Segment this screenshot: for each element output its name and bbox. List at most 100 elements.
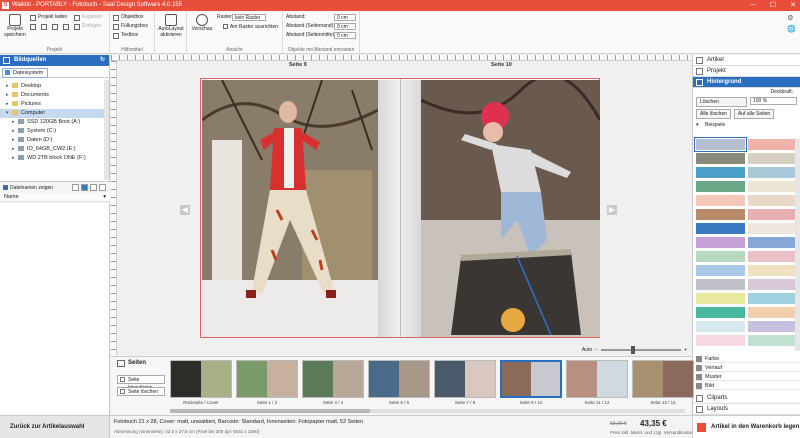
new-icon[interactable] <box>30 24 36 30</box>
preview-button[interactable]: Vorschau <box>190 14 214 33</box>
large-grid-view-icon[interactable] <box>99 184 106 191</box>
zoom-slider[interactable] <box>601 346 682 354</box>
background-swatch[interactable] <box>696 265 745 276</box>
background-swatch[interactable] <box>747 223 796 234</box>
zoom-slider-knob[interactable] <box>631 346 636 354</box>
photo-right[interactable] <box>421 80 600 337</box>
panel-item-background[interactable]: Hintergrund <box>693 77 800 88</box>
page-thumbnail[interactable]: Seite 3 / 4 <box>302 360 364 408</box>
tree-item[interactable]: ▸ Documents <box>0 91 109 100</box>
load-project-button[interactable]: Projekt laden <box>30 14 67 21</box>
panel-item-article[interactable]: Artikel <box>693 55 800 66</box>
minimize-button[interactable]: ─ <box>748 0 758 11</box>
page-thumbnail[interactable]: Seite 7 / 8 <box>434 360 496 408</box>
section-pattern[interactable]: Muster <box>693 373 800 381</box>
price-note[interactable]: Preis inkl. MwSt. und zzgl. Versandkoste… <box>610 430 694 435</box>
section-color[interactable]: Farbe <box>693 355 800 363</box>
background-swatch[interactable] <box>696 167 745 178</box>
tree-item[interactable]: ▾ Computer <box>0 109 109 118</box>
background-swatch[interactable] <box>696 321 745 332</box>
gap-edge-input[interactable]: 0 cm <box>334 23 356 30</box>
background-swatch[interactable] <box>747 251 796 262</box>
tree-item[interactable]: ▸ Daten (D:) <box>0 136 109 145</box>
tree-scrollbar[interactable] <box>104 80 109 180</box>
align-grid-checkbox[interactable]: Am Raster ausrichten <box>223 24 278 31</box>
print-icon[interactable] <box>63 24 69 30</box>
add-page-button[interactable]: Seite hinzufügen <box>117 375 165 391</box>
background-swatch[interactable] <box>694 137 747 152</box>
panel-item-layouts[interactable]: Layouts <box>693 404 800 415</box>
panel-item-cliparts[interactable]: Cliparts <box>693 393 800 404</box>
photo-left[interactable] <box>202 80 378 337</box>
tab-filesystem[interactable]: Dateisystem <box>2 68 49 78</box>
next-page-arrow-icon[interactable]: ▶ <box>607 205 617 215</box>
delete-page-button[interactable]: Seite löschen <box>117 387 165 396</box>
zoom-out-icon[interactable]: − <box>595 347 598 353</box>
page-thumbnail[interactable]: Seite 13 / 14 <box>632 360 694 408</box>
background-swatch[interactable] <box>747 307 796 318</box>
background-swatch[interactable] <box>696 195 745 206</box>
show-filenames-checkbox[interactable]: Dateinamen zeigen <box>3 185 53 192</box>
background-swatch[interactable] <box>747 237 796 248</box>
background-swatch[interactable] <box>696 209 745 220</box>
close-button[interactable]: ✕ <box>788 0 798 11</box>
gap-page-input[interactable]: 0 cm <box>334 32 356 39</box>
prev-page-arrow-icon[interactable]: ◀ <box>180 205 190 215</box>
apply-all-pages-button[interactable]: Auf alle Seiten <box>733 109 775 119</box>
background-swatch[interactable] <box>747 265 796 276</box>
tree-item[interactable]: ▸ SSD 120GB Boot (A:) <box>0 118 109 127</box>
background-swatch[interactable] <box>747 139 796 150</box>
list-view-icon[interactable] <box>72 184 79 191</box>
name-column-header[interactable]: Name ▾ <box>0 193 110 202</box>
page-thumbnail[interactable]: Rückseite / Cover <box>170 360 232 408</box>
editor-canvas[interactable]: Seite 9 Seite 10 ◀ ▶ Auto − + <box>111 55 691 355</box>
examples-section-header[interactable]: ▾ Beispiele <box>693 121 800 129</box>
background-swatch[interactable] <box>747 293 796 304</box>
panel-item-project[interactable]: Projekt <box>693 66 800 77</box>
refresh-icon[interactable]: ↻ <box>100 55 105 66</box>
section-image[interactable]: Bild <box>693 382 800 390</box>
background-swatch[interactable] <box>696 307 745 318</box>
background-swatch[interactable] <box>747 279 796 290</box>
background-swatch[interactable] <box>696 251 745 262</box>
pages-scrollbar[interactable] <box>170 409 685 413</box>
copy-button[interactable]: Kopieren <box>74 14 102 21</box>
object-box-button[interactable]: Objektbox <box>113 14 144 21</box>
settings-gear-icon[interactable]: ⚙ <box>787 14 796 22</box>
opacity-select[interactable]: 100 % <box>750 97 797 105</box>
background-swatch[interactable] <box>696 223 745 234</box>
page-thumbnail[interactable]: Seite 11 / 12 <box>566 360 628 408</box>
tree-item[interactable]: ▸ Desktop <box>0 82 109 91</box>
undo-icon[interactable] <box>41 24 47 30</box>
background-swatch[interactable] <box>747 153 796 164</box>
page-thumbnail[interactable]: Seite 1 / 2 <box>236 360 298 408</box>
zoom-in-icon[interactable]: + <box>684 347 687 353</box>
page-thumbnail[interactable]: Seite 9 / 10 <box>500 360 562 408</box>
globe-icon[interactable]: 🌐 <box>787 25 796 33</box>
background-swatch[interactable] <box>696 335 745 346</box>
back-to-article-selection-button[interactable]: Zurück zur Artikelauswahl <box>0 416 110 438</box>
small-grid-view-icon[interactable] <box>81 184 88 191</box>
delete-background-button[interactable]: Löschen <box>696 97 747 107</box>
page-thumbnail[interactable]: Seite 5 / 6 <box>368 360 430 408</box>
background-swatch[interactable] <box>696 181 745 192</box>
save-project-button[interactable]: Projekt speichern <box>4 14 26 38</box>
section-gradient[interactable]: Verlauf <box>693 364 800 372</box>
maximize-button[interactable]: ☐ <box>768 0 778 11</box>
background-swatch[interactable] <box>696 153 745 164</box>
background-swatch[interactable] <box>696 293 745 304</box>
medium-grid-view-icon[interactable] <box>90 184 97 191</box>
tree-item[interactable]: ▸ WD 2TB block ONE (F:) <box>0 154 109 163</box>
background-swatch[interactable] <box>747 167 796 178</box>
tree-item[interactable]: ▸ IO_64GB_CW2 (E:) <box>0 145 109 154</box>
swatches-scrollbar[interactable] <box>795 139 800 351</box>
background-swatch[interactable] <box>696 237 745 248</box>
background-swatch[interactable] <box>747 181 796 192</box>
paste-button[interactable]: Einfügen <box>74 23 102 30</box>
text-box-button[interactable]: Textbox <box>113 32 138 39</box>
autolayout-button[interactable]: AutoLayout aktivieren <box>157 14 185 38</box>
background-swatch[interactable] <box>747 321 796 332</box>
background-swatch[interactable] <box>747 209 796 220</box>
zoom-mode-select[interactable]: Auto <box>582 347 592 353</box>
background-swatch[interactable] <box>696 279 745 290</box>
